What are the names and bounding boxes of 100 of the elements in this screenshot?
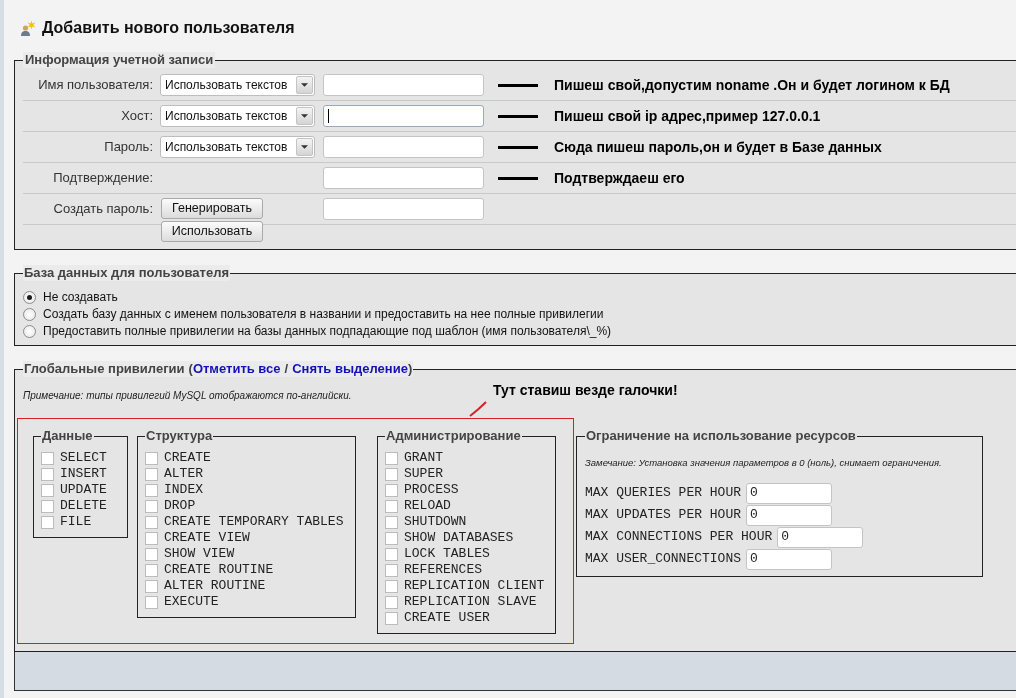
checkbox[interactable] <box>385 499 398 513</box>
user-star-icon <box>20 20 36 36</box>
privilege-label: UPDATE <box>60 482 107 498</box>
privilege-label: SHOW DATABASES <box>404 530 514 546</box>
bracket-text: ) <box>407 361 413 376</box>
privilege-label: CREATE <box>164 450 211 466</box>
checkbox[interactable] <box>41 467 54 481</box>
privilege-label: SHOW VIEW <box>164 546 235 562</box>
action-button[interactable]: Генерировать <box>161 198 263 219</box>
type-select[interactable]: Использовать текстов <box>160 105 315 127</box>
caret-icon <box>296 138 313 156</box>
limit-label: MAX QUERIES PER HOUR <box>585 485 742 501</box>
privilege-label: RELOAD <box>404 498 451 514</box>
text-field[interactable] <box>323 74 484 96</box>
checkbox[interactable] <box>385 547 398 561</box>
checkbox[interactable] <box>385 595 398 609</box>
checkbox[interactable] <box>145 547 158 561</box>
privilege-label: INDEX <box>164 482 203 498</box>
privilege-label: CREATE VIEW <box>164 530 250 546</box>
caret-icon <box>296 76 313 94</box>
checkbox[interactable] <box>145 579 158 593</box>
checkbox[interactable] <box>41 483 54 497</box>
group-title: Администрирование <box>385 428 522 444</box>
privilege-label: PROCESS <box>404 482 459 498</box>
radio-label: Не создавать <box>43 290 118 305</box>
type-select[interactable]: Использовать текстов <box>160 136 315 158</box>
privilege-label: GRANT <box>404 450 443 466</box>
caret-icon <box>296 107 313 125</box>
field-label: Подтверждение: <box>52 169 153 188</box>
radio-button[interactable] <box>23 291 36 304</box>
action-button[interactable]: Использовать <box>161 221 263 242</box>
privilege-label: CREATE TEMPORARY TABLES <box>164 514 344 530</box>
checkbox[interactable] <box>385 531 398 545</box>
limit-label: MAX UPDATES PER HOUR <box>585 507 742 523</box>
privilege-label: ALTER ROUTINE <box>164 578 266 594</box>
privilege-label: CREATE USER <box>404 610 490 626</box>
limit-field[interactable]: 0 <box>777 526 864 548</box>
privilege-label: SHUTDOWN <box>404 514 467 530</box>
radio-button[interactable] <box>23 325 36 338</box>
checkbox[interactable] <box>385 483 398 497</box>
checkbox[interactable] <box>385 451 398 465</box>
field-label: Пароль: <box>103 138 153 157</box>
text-field[interactable] <box>323 105 484 127</box>
group-title: Структура <box>145 428 214 444</box>
privileges-note: Примечание: типы привилегий MySQL отображаются по-английски. <box>23 390 353 402</box>
checkbox[interactable] <box>145 483 158 497</box>
privilege-label: EXECUTE <box>164 594 219 610</box>
radio-label: Создать базу данных с именем пользователя в названии и предоставить на нее полные привилегии <box>43 307 604 322</box>
checkbox[interactable] <box>385 563 398 577</box>
radio-button[interactable] <box>23 308 36 321</box>
checkbox[interactable] <box>41 515 54 529</box>
checkbox[interactable] <box>41 499 54 513</box>
legend-link[interactable]: Снять выделение <box>292 361 408 376</box>
page-title: Добавить нового пользователя <box>42 18 295 38</box>
section-title: База данных для пользователя <box>23 265 230 281</box>
limit-field[interactable]: 0 <box>746 482 833 504</box>
separator-text: / <box>284 361 289 376</box>
annotation-text: Пишеш свой,допустим noname .Он и будет логином к БД <box>554 76 950 94</box>
checkbox[interactable] <box>385 467 398 481</box>
field-label: Хост: <box>120 107 153 126</box>
checkbox[interactable] <box>145 467 158 481</box>
limit-field[interactable]: 0 <box>746 504 833 526</box>
section-title: Глобальные привилегии <box>24 361 185 376</box>
annotation-text: Подтверждаеш его <box>554 169 685 187</box>
annotation-text: Сюда пишеш пароль,он и будет в Базе данных <box>554 138 882 156</box>
privilege-label: FILE <box>60 514 92 530</box>
checkbox[interactable] <box>385 579 398 593</box>
legend-link[interactable]: Отметить все <box>192 361 281 376</box>
checkbox[interactable] <box>145 499 158 513</box>
privilege-label: CREATE ROUTINE <box>164 562 274 578</box>
privilege-label: INSERT <box>60 466 107 482</box>
text-field[interactable] <box>323 167 484 189</box>
annotation-line <box>498 114 538 118</box>
annotation-text: Тут ставиш везде галочки! <box>493 382 678 399</box>
radio-label: Предоставить полные привилегии на базы данных подпадающие под шаблон (имя пользователя\_%) <box>43 324 612 339</box>
annotation-text: Пишеш свой ip адрес,пример 127.0.0.1 <box>554 107 821 125</box>
type-select[interactable]: Использовать текстов <box>160 74 315 96</box>
limit-field[interactable]: 0 <box>746 548 833 570</box>
privilege-label: LOCK TABLES <box>404 546 490 562</box>
text-field[interactable] <box>323 136 484 158</box>
text-cursor-icon <box>328 109 329 123</box>
checkbox[interactable] <box>385 611 398 625</box>
group-title: Ограничение на использование ресурсов <box>585 428 857 444</box>
checkbox[interactable] <box>385 515 398 529</box>
privilege-label: SELECT <box>60 450 107 466</box>
checkbox[interactable] <box>145 531 158 545</box>
checkbox[interactable] <box>41 451 54 465</box>
checkbox[interactable] <box>145 563 158 577</box>
section-title: Информация учетной записи <box>23 52 216 68</box>
privilege-label: SUPER <box>404 466 443 482</box>
limits-note: Замечание: Установка значения параметров в 0 (ноль), снимает ограничения. <box>585 457 943 469</box>
annotation-line <box>498 145 538 149</box>
privilege-label: DELETE <box>60 498 107 514</box>
limit-label: MAX CONNECTIONS PER HOUR <box>585 529 773 545</box>
group-title: Данные <box>41 428 94 444</box>
checkbox[interactable] <box>145 595 158 609</box>
checkbox[interactable] <box>145 515 158 529</box>
checkbox[interactable] <box>145 451 158 465</box>
limit-label: MAX USER_CONNECTIONS <box>585 551 742 567</box>
text-field[interactable] <box>323 198 484 220</box>
